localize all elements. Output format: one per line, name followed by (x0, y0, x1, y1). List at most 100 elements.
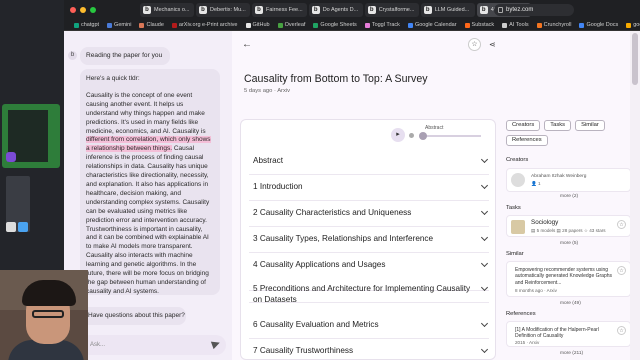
bookmark-item[interactable]: google colab (626, 22, 640, 28)
bookmark-item[interactable]: Substack (464, 22, 494, 28)
tab-label: LLM Guided... (434, 7, 470, 13)
section-accordion-item[interactable]: 2 Causality Characteristics and Uniquene… (253, 207, 489, 219)
reference-star-icon[interactable]: ☆ (617, 326, 626, 335)
section-accordion-item[interactable]: 4 Causality Applications and Usages (253, 259, 489, 271)
section-divider (249, 252, 489, 253)
tasks-heading: Tasks (506, 205, 521, 211)
section-title: 2 Causality Characteristics and Uniquene… (253, 208, 412, 217)
filter-chip-tasks[interactable]: Tasks (544, 120, 572, 131)
bookmark-favicon-icon (139, 22, 145, 28)
sections-card: ▸ Abstract Abstract 1 Introduction 2 Causa… (240, 119, 496, 360)
play-audio-icon[interactable]: ▸ (391, 128, 405, 142)
similar-card[interactable]: Empowering recommender systems using aut… (506, 261, 631, 297)
share-icon[interactable]: ⋖ (489, 38, 496, 51)
creator-card[interactable]: Abraham Itzhak Weinberg 👤 1 (506, 168, 631, 192)
chevron-down-icon (480, 283, 489, 292)
browser-tab[interactable]: b Debertix: Mu... (196, 3, 250, 17)
browser-tab[interactable]: b Do Agents D... (308, 3, 363, 17)
tasks-more-link[interactable]: more (5) (560, 241, 578, 246)
audio-scrubber[interactable] (419, 132, 427, 140)
bookmark-favicon-icon (464, 22, 470, 28)
task-card[interactable]: Sociology ▤ 5 models ▤ 28 papers ☆ 43 st… (506, 215, 631, 237)
browser-tab[interactable]: b Crystalforme... (364, 3, 419, 17)
reference-card[interactable]: [1] A Modification of the Halpern-Pearl … (506, 321, 631, 347)
bookmark-item[interactable]: Google Calendar (407, 22, 457, 28)
bookmark-item[interactable]: chatgpt (74, 22, 99, 28)
bookmark-label: Toggl Track (371, 22, 400, 28)
tab-favicon-icon: b (143, 6, 151, 14)
creators-more-link[interactable]: more (2) (560, 194, 578, 199)
star-icon[interactable]: ☆ (468, 38, 481, 51)
section-title: 1 Introduction (253, 182, 303, 191)
section-title: Abstract (253, 156, 284, 165)
creator-count: 👤 1 (531, 181, 541, 186)
page-scrollbar[interactable] (630, 31, 640, 360)
filter-chip-similar[interactable]: Similar (575, 120, 605, 131)
app-icon[interactable] (6, 152, 16, 162)
browser-tab[interactable]: b Mechanics o... (140, 3, 194, 17)
browser-tab[interactable]: b Fairness Fee... (252, 3, 307, 17)
bookmark-favicon-icon (579, 22, 585, 28)
tab-favicon-icon: b (311, 6, 320, 14)
bookmark-item[interactable]: GitHub (245, 22, 270, 28)
app-icon[interactable] (6, 222, 16, 232)
bookmark-favicon-icon (107, 22, 113, 28)
section-accordion-item[interactable]: 3 Causality Types, Relationships and Int… (253, 233, 489, 245)
address-bar[interactable]: bytez.com (494, 4, 574, 16)
minimize-window-button[interactable] (80, 7, 86, 13)
section-accordion-item[interactable]: Abstract (253, 155, 489, 167)
similar-more-link[interactable]: more (49) (560, 301, 581, 306)
bookmark-favicon-icon (407, 22, 413, 28)
reference-title: [1] A Modification of the Halpern-Pearl … (515, 327, 599, 340)
filter-chip-references[interactable]: References (506, 135, 548, 146)
chevron-down-icon (480, 319, 489, 328)
bookmark-item[interactable]: AI Tools (502, 22, 529, 28)
filter-chips: Creators Tasks Similar References (506, 120, 636, 146)
chat-input[interactable]: Ask... (80, 335, 226, 355)
bookmark-favicon-icon (245, 22, 251, 28)
browser-tab[interactable]: b LLM Guided... (420, 3, 475, 17)
tab-favicon-icon: b (479, 6, 488, 14)
similar-star-icon[interactable]: ☆ (617, 266, 626, 275)
bookmark-favicon-icon (502, 22, 508, 28)
article-main: ← ☆ ⋖ Causality from Bottom to Top: A Su… (232, 31, 498, 360)
bookmark-favicon-icon (171, 22, 177, 28)
audio-player: ▸ Abstract (391, 125, 491, 144)
bookmark-item[interactable]: Google Docs (579, 22, 618, 28)
task-star-icon[interactable]: ☆ (617, 220, 626, 229)
tab-favicon-icon: b (255, 6, 263, 14)
section-divider (249, 226, 489, 227)
bookmark-item[interactable]: Claude (139, 22, 164, 28)
bookmark-item[interactable]: arXiv.org e-Print archive (171, 22, 238, 28)
audio-track[interactable] (421, 135, 481, 137)
tab-label: Debertix: Mu... (210, 7, 246, 13)
bookmark-label: AI Tools (509, 22, 529, 28)
scrollbar-thumb[interactable] (632, 33, 638, 85)
bookmark-favicon-icon (74, 22, 79, 28)
section-accordion-item[interactable]: 6 Causality Evaluation and Metrics (253, 319, 489, 331)
filter-chip-creators[interactable]: Creators (506, 120, 541, 131)
zoom-window-button[interactable] (90, 7, 96, 13)
finder-icon[interactable] (18, 222, 28, 232)
bookmark-item[interactable]: Google Sheets (313, 22, 357, 28)
assistant-avatar: b (68, 51, 77, 60)
references-more-link[interactable]: more (211) (560, 351, 583, 356)
bookmark-item[interactable]: Overleaf (277, 22, 305, 28)
back-arrow-icon[interactable]: ← (242, 39, 252, 50)
bookmark-item[interactable]: Toggl Track (364, 22, 400, 28)
bookmark-label: Google Calendar (414, 22, 457, 28)
bookmark-favicon-icon (536, 22, 542, 28)
section-divider (249, 174, 489, 175)
bookmark-favicon-icon (626, 22, 632, 28)
window-controls (70, 7, 96, 13)
chat-input-placeholder: Ask... (90, 342, 106, 348)
section-accordion-item[interactable]: 1 Introduction (253, 181, 489, 193)
bookmark-item[interactable]: Crunchyroll (536, 22, 571, 28)
summary-text-rest: Causal inference is the process of findi… (86, 145, 210, 295)
send-icon[interactable] (210, 338, 222, 350)
section-accordion-item[interactable]: 7 Causality Trustworthiness (253, 345, 489, 357)
bookmark-label: Gemini (114, 22, 132, 28)
chevron-down-icon (480, 155, 489, 164)
close-window-button[interactable] (70, 7, 76, 13)
bookmark-item[interactable]: Gemini (107, 22, 131, 28)
